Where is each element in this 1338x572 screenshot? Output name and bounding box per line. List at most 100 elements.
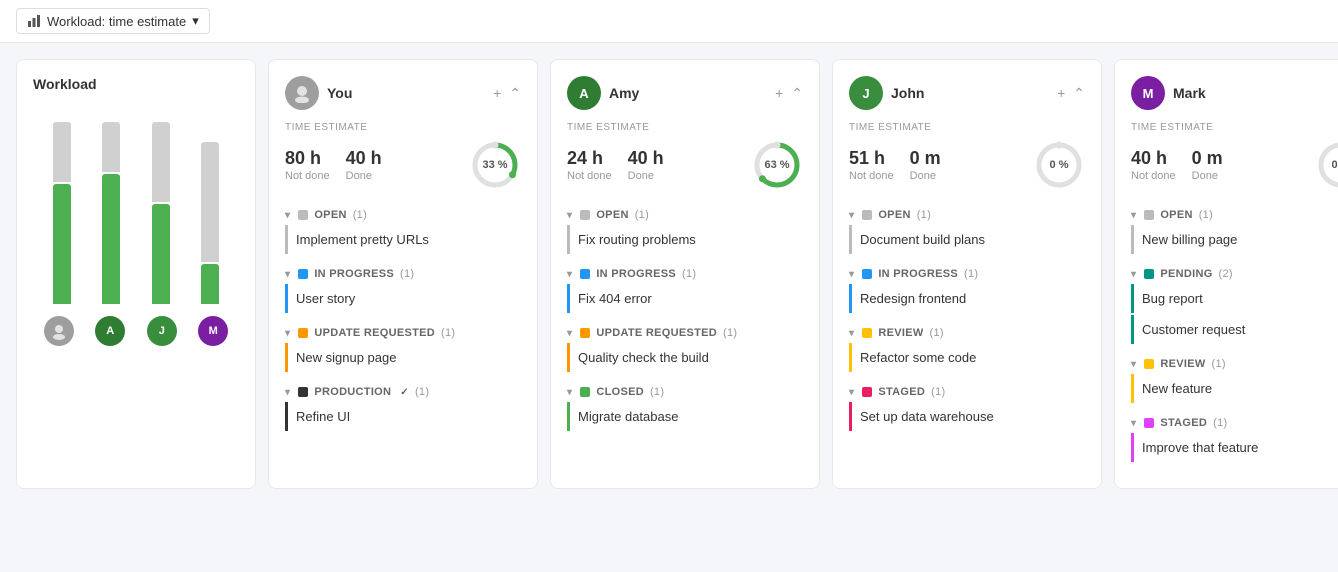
person-actions: + ⌃ — [775, 85, 803, 102]
donut-chart: 0 % — [1315, 139, 1338, 191]
bar-chart — [33, 104, 239, 304]
not-done-value: 80 h — [285, 148, 330, 170]
done-value: 40 h — [628, 148, 664, 170]
done-label: Done — [1192, 170, 1223, 182]
task-item[interactable]: Fix 404 error — [567, 284, 803, 313]
status-header[interactable]: ▾ UPDATE REQUESTED (1) — [567, 323, 803, 343]
task-item[interactable]: Redesign frontend — [849, 284, 1085, 313]
donut-label: 63 % — [764, 159, 789, 171]
workload-btn[interactable]: Workload: time estimate ▾ — [16, 8, 210, 34]
status-count: (1) — [930, 327, 944, 339]
status-header[interactable]: ▾ STAGED (1) — [849, 382, 1085, 402]
task-item[interactable]: User story — [285, 284, 521, 313]
bar-group — [91, 122, 133, 304]
avatar — [44, 316, 74, 346]
status-header[interactable]: ▾ OPEN (1) — [567, 205, 803, 225]
status-count: (1) — [1212, 358, 1226, 370]
collapse-icon[interactable]: ⌃ — [1073, 85, 1085, 102]
status-dot — [580, 269, 590, 279]
status-header[interactable]: ▾ IN PROGRESS (1) — [849, 264, 1085, 284]
avatar-row: AJM — [33, 316, 239, 346]
collapse-icon[interactable]: ⌃ — [791, 85, 803, 102]
status-group: ▾ OPEN (1)Fix routing problems — [567, 205, 803, 254]
status-group: ▾ OPEN (1)Implement pretty URLs — [285, 205, 521, 254]
not-done-label: Not done — [1131, 170, 1176, 182]
done-block: 40 h Done — [628, 148, 664, 182]
bar-gray — [53, 122, 71, 182]
person-actions: + ⌃ — [493, 85, 521, 102]
status-header[interactable]: ▾ PENDING (2) — [1131, 264, 1338, 284]
task-item[interactable]: Fix routing problems — [567, 225, 803, 254]
chevron-icon: ▾ — [1131, 359, 1136, 370]
not-done-block: 51 h Not done — [849, 148, 894, 182]
chevron-icon: ▾ — [1131, 269, 1136, 280]
person-info: You — [285, 76, 352, 110]
status-label: PENDING — [1160, 268, 1212, 280]
status-header[interactable]: ▾ IN PROGRESS (1) — [285, 264, 521, 284]
person-info: JJohn — [849, 76, 924, 110]
time-label: TIME ESTIMATE — [1131, 122, 1338, 133]
chevron-icon: ▾ — [849, 210, 854, 221]
status-dot — [580, 328, 590, 338]
task-item[interactable]: New billing page — [1131, 225, 1338, 254]
status-header[interactable]: ▾ IN PROGRESS (1) — [567, 264, 803, 284]
status-count: (1) — [964, 268, 978, 280]
status-header[interactable]: ▾ PRODUCTION✓ (1) — [285, 382, 521, 402]
chevron-icon: ▾ — [285, 210, 290, 221]
collapse-icon[interactable]: ⌃ — [509, 85, 521, 102]
status-header[interactable]: ▾ REVIEW (1) — [849, 323, 1085, 343]
add-icon[interactable]: + — [493, 85, 501, 102]
task-item[interactable]: New feature — [1131, 374, 1338, 403]
donut-chart: 0 % — [1033, 139, 1085, 191]
add-icon[interactable]: + — [775, 85, 783, 102]
status-label: UPDATE REQUESTED — [596, 327, 717, 339]
status-count: (1) — [931, 386, 945, 398]
done-value: 0 m — [1192, 148, 1223, 170]
status-header[interactable]: ▾ OPEN (1) — [1131, 205, 1338, 225]
status-dot — [862, 210, 872, 220]
status-header[interactable]: ▾ OPEN (1) — [849, 205, 1085, 225]
status-header[interactable]: ▾ UPDATE REQUESTED (1) — [285, 323, 521, 343]
status-header[interactable]: ▾ OPEN (1) — [285, 205, 521, 225]
time-stats: 51 h Not done 0 m Done 0 % — [849, 139, 1085, 191]
not-done-block: 80 h Not done — [285, 148, 330, 182]
workload-title: Workload — [33, 76, 239, 92]
time-section: TIME ESTIMATE 24 h Not done 40 h Done 63… — [567, 122, 803, 191]
status-header[interactable]: ▾ REVIEW (1) — [1131, 354, 1338, 374]
avatar: A — [567, 76, 601, 110]
status-count: (1) — [635, 209, 649, 221]
chevron-icon: ▾ — [285, 328, 290, 339]
done-label: Done — [628, 170, 664, 182]
task-item[interactable]: Implement pretty URLs — [285, 225, 521, 254]
not-done-label: Not done — [849, 170, 894, 182]
task-item[interactable]: New signup page — [285, 343, 521, 372]
time-label: TIME ESTIMATE — [849, 122, 1085, 133]
add-icon[interactable]: + — [1057, 85, 1065, 102]
task-item[interactable]: Customer request — [1131, 315, 1338, 344]
chevron-icon: ▾ — [567, 328, 572, 339]
person-actions: + ⌃ — [1057, 85, 1085, 102]
task-item[interactable]: Refactor some code — [849, 343, 1085, 372]
status-count: (1) — [400, 268, 414, 280]
person-header: You + ⌃ — [285, 76, 521, 110]
status-label: OPEN — [596, 209, 628, 221]
task-item[interactable]: Set up data warehouse — [849, 402, 1085, 431]
bar-group — [41, 122, 83, 304]
status-header[interactable]: ▾ CLOSED (1) — [567, 382, 803, 402]
task-item[interactable]: Migrate database — [567, 402, 803, 431]
done-value: 0 m — [910, 148, 941, 170]
status-count: (1) — [650, 386, 664, 398]
task-item[interactable]: Quality check the build — [567, 343, 803, 372]
bar-group — [140, 122, 182, 304]
bar-green — [53, 184, 71, 304]
done-block: 40 h Done — [346, 148, 382, 182]
done-label: Done — [346, 170, 382, 182]
task-item[interactable]: Refine UI — [285, 402, 521, 431]
task-item[interactable]: Bug report — [1131, 284, 1338, 313]
status-header[interactable]: ▾ STAGED (1) — [1131, 413, 1338, 433]
chart-icon — [27, 14, 41, 28]
workload-sidebar: Workload AJM — [16, 59, 256, 489]
task-item[interactable]: Document build plans — [849, 225, 1085, 254]
status-dot — [298, 387, 308, 397]
task-item[interactable]: Improve that feature — [1131, 433, 1338, 462]
